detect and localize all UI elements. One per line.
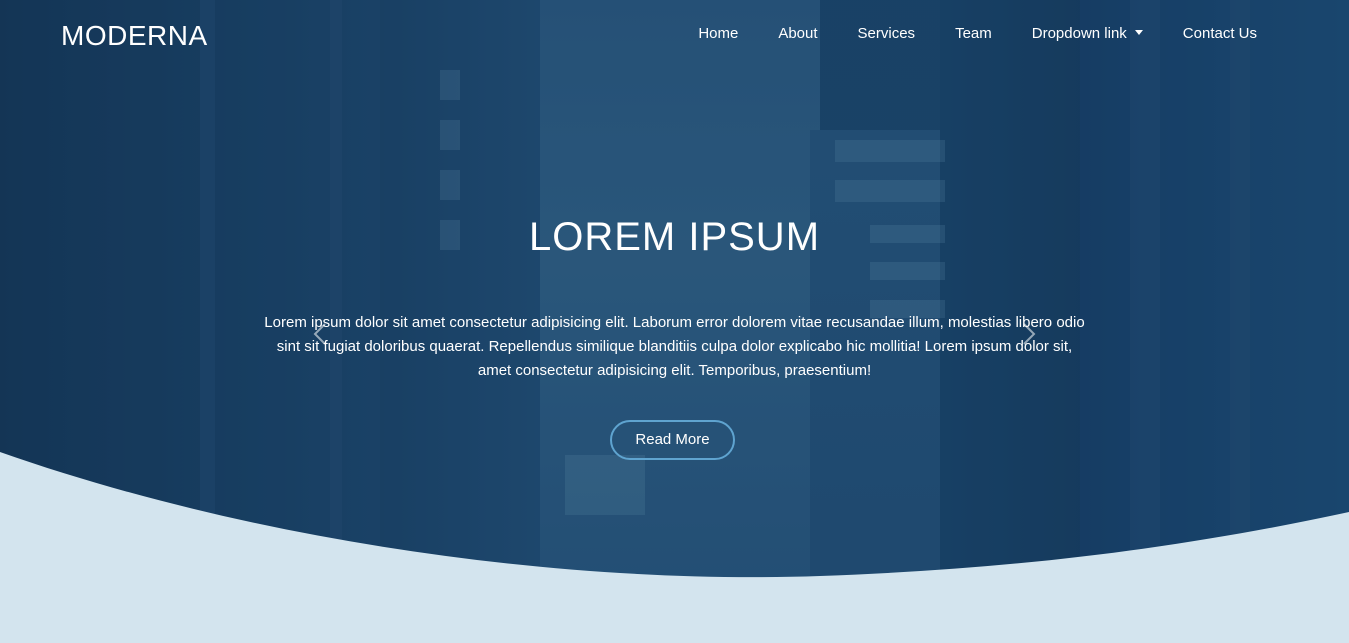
nav-item-home[interactable]: Home: [698, 25, 738, 42]
nav-item-contact[interactable]: Contact Us: [1183, 25, 1257, 42]
hero-title: LOREM IPSUM: [528, 215, 821, 259]
read-more-button[interactable]: Read More: [610, 420, 735, 460]
nav-menu: Home About Services Team Dropdown link C…: [658, 25, 1257, 42]
nav-item-label: About: [778, 25, 818, 42]
nav-item-dropdown[interactable]: Dropdown link: [1032, 25, 1143, 42]
nav-item-services[interactable]: Services: [858, 25, 916, 42]
caret-down-icon: [1134, 30, 1143, 35]
brand-logo[interactable]: MODERNA: [61, 20, 208, 52]
nav-item-label: Dropdown link: [1031, 25, 1127, 42]
nav-item-label: Contact Us: [1182, 25, 1257, 42]
hero-description: Lorem ipsum dolor sit amet consectetur a…: [264, 314, 1085, 379]
chevron-right-icon[interactable]: [1022, 322, 1036, 346]
nav-item-team[interactable]: Team: [955, 25, 992, 42]
nav-item-label: Services: [857, 25, 916, 42]
nav-item-label: Team: [955, 25, 992, 42]
chevron-left-icon[interactable]: [313, 322, 327, 346]
nav-item-label: Home: [698, 25, 739, 42]
top-navbar: MODERNA Home About Services Team Dropdow…: [0, 0, 1349, 72]
nav-item-about[interactable]: About: [778, 25, 817, 42]
